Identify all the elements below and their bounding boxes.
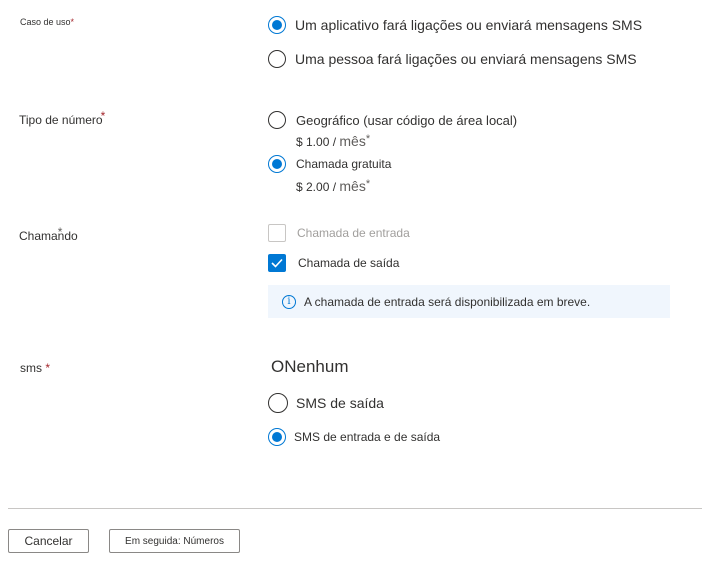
price-unit: mês — [339, 178, 366, 194]
radio-dot — [272, 432, 282, 442]
number-type-option-label: Chamada gratuita — [296, 157, 392, 171]
footer-divider — [8, 508, 702, 509]
radio-dot — [272, 159, 282, 169]
calling-option-label: Chamada de entrada — [297, 226, 410, 240]
radio-button[interactable] — [268, 111, 286, 129]
geographic-price: $ 1.00 / mês* — [296, 133, 370, 149]
price-unit-mark: * — [365, 178, 371, 190]
required-marker: * — [100, 109, 106, 123]
info-icon: i — [282, 294, 296, 309]
checkbox[interactable] — [268, 254, 286, 272]
use-case-label-text: Caso de uso — [20, 17, 71, 27]
cancel-button[interactable]: Cancelar — [8, 529, 89, 553]
checkbox[interactable] — [268, 224, 286, 242]
required-marker: * — [70, 17, 75, 27]
number-type-option-tollfree[interactable]: Chamada gratuita — [268, 155, 391, 173]
sms-label: sms * — [20, 361, 50, 375]
use-case-option-label: Uma pessoa fará ligações ou enviará mens… — [295, 51, 637, 67]
radio-button[interactable] — [268, 393, 288, 413]
required-marker: * — [45, 361, 51, 375]
use-case-option-person[interactable]: Uma pessoa fará ligações ou enviará mens… — [268, 50, 637, 68]
price-unit-mark: * — [365, 133, 371, 145]
use-case-label: Caso de uso* — [20, 17, 74, 27]
number-type-label-text: Tipo de número — [19, 113, 103, 127]
sms-option-none[interactable]: ONenhum — [271, 357, 348, 377]
use-case-option-label: Um aplicativo fará ligações ou enviará m… — [295, 17, 643, 33]
radio-button[interactable] — [268, 50, 286, 68]
calling-option-outbound[interactable]: Chamada de saída — [268, 254, 399, 272]
sms-option-label: SMS de entrada e de saída — [294, 430, 441, 444]
price-value: $ 1.00 / — [296, 135, 337, 149]
sms-option-label: SMS de saída — [296, 395, 384, 411]
info-message-bar: i A chamada de entrada será disponibiliz… — [268, 285, 670, 318]
number-type-option-geographic[interactable]: Geográfico (usar código de área local) — [268, 111, 517, 129]
price-value: $ 2.00 / — [296, 180, 337, 194]
calling-option-label: Chamada de saída — [298, 256, 400, 270]
calling-label-text: Chamando — [19, 229, 78, 243]
sms-option-inbound-outbound[interactable]: SMS de entrada e de saída — [268, 428, 440, 446]
sms-option-outbound[interactable]: SMS de saída — [268, 393, 384, 413]
radio-button[interactable] — [268, 155, 286, 173]
price-unit: mês — [339, 133, 366, 149]
next-numbers-button[interactable]: Em seguida: Números — [109, 529, 240, 553]
use-case-option-app[interactable]: Um aplicativo fará ligações ou enviará m… — [268, 16, 642, 34]
checkmark-icon — [271, 258, 283, 268]
radio-dot — [272, 20, 282, 30]
number-type-option-label: Geográfico (usar código de área local) — [296, 112, 518, 128]
radio-button[interactable] — [268, 16, 286, 34]
radio-button[interactable] — [268, 428, 286, 446]
info-message-text: A chamada de entrada será disponibilizad… — [304, 294, 591, 309]
calling-label: Chamando* — [19, 225, 82, 243]
required-marker: * — [57, 225, 63, 239]
sms-label-text: sms — [20, 361, 42, 375]
tollfree-price: $ 2.00 / mês* — [296, 178, 370, 194]
number-type-label: Tipo de número* — [19, 109, 107, 127]
calling-option-inbound[interactable]: Chamada de entrada — [268, 224, 410, 242]
